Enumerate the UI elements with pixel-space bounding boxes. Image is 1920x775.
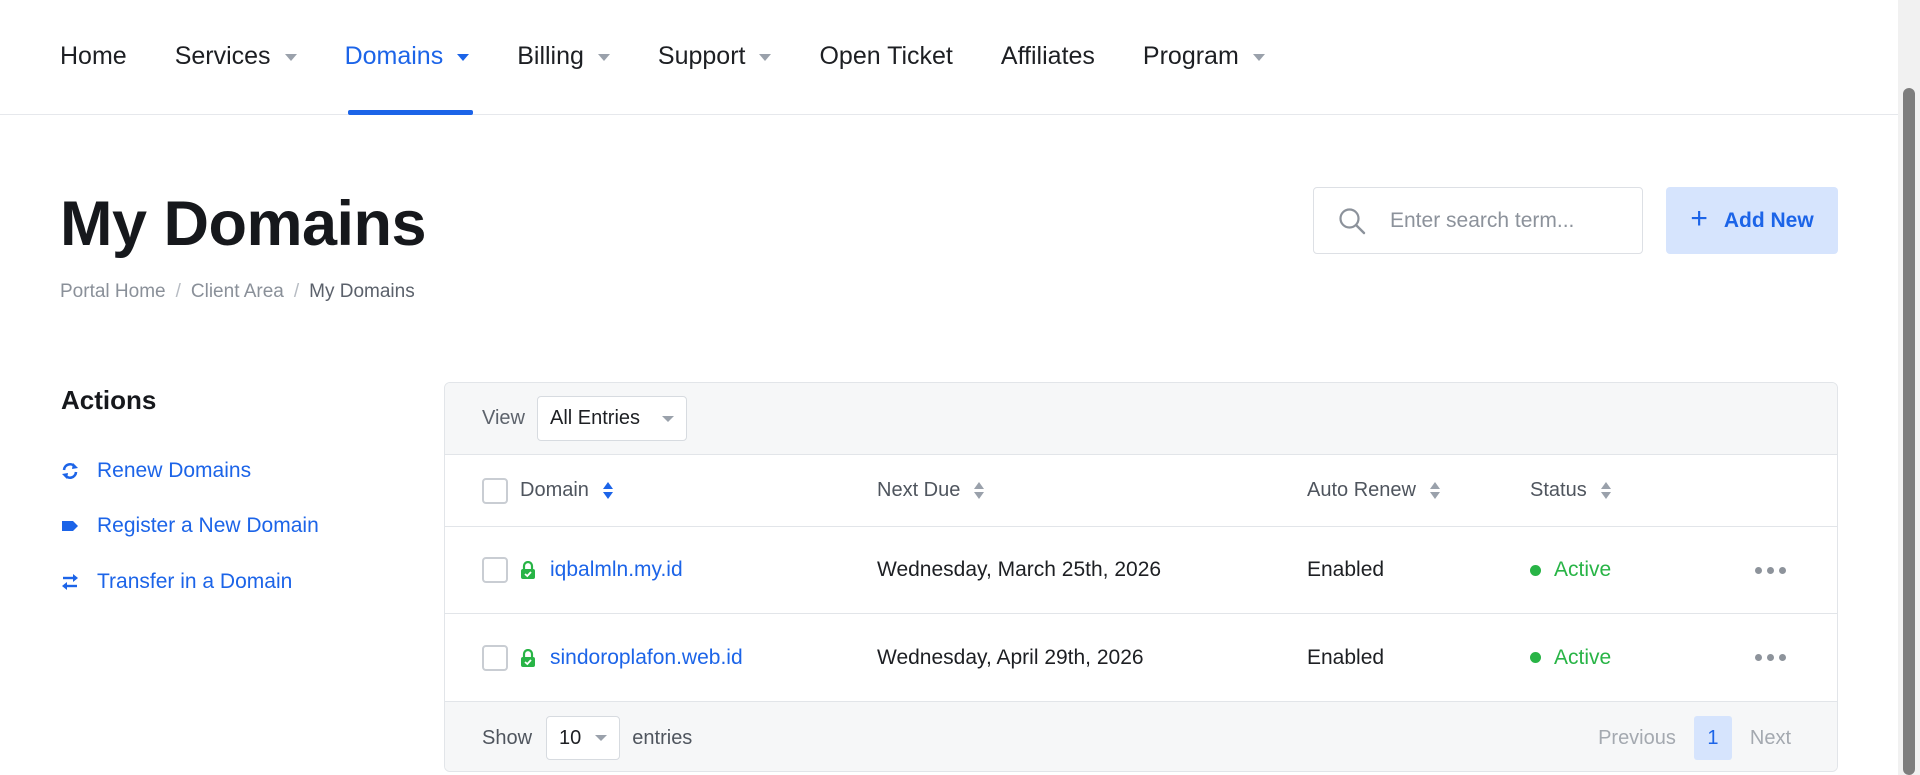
plus-icon: +: [1690, 202, 1708, 235]
more-options-icon[interactable]: [1755, 566, 1786, 574]
chevron-down-icon: [595, 735, 608, 741]
caret-down-icon: [457, 53, 470, 61]
row-checkbox[interactable]: [482, 644, 508, 671]
pagination-next[interactable]: Next: [1750, 727, 1791, 750]
view-label: View: [482, 407, 525, 429]
sort-icon: [1600, 482, 1611, 499]
status-badge: Active: [1530, 558, 1611, 582]
nav-domains[interactable]: Domains: [345, 0, 473, 115]
nav-support[interactable]: Support: [658, 0, 772, 114]
domain-cell: iqbalmln.my.id: [520, 558, 683, 582]
nav-affiliates[interactable]: Affiliates: [1001, 0, 1095, 114]
auto-renew-cell: Enabled: [1307, 558, 1385, 581]
domain-link[interactable]: sindoroplafon.web.id: [550, 646, 743, 670]
table-header-row: Domain Next Due Auto Renew Status: [445, 455, 1837, 527]
caret-down-icon: [597, 53, 610, 61]
ssl-lock-icon: [520, 560, 536, 579]
scrollbar-thumb[interactable]: [1903, 88, 1915, 775]
auto-renew-cell: Enabled: [1307, 645, 1385, 669]
status-dot-icon: [1530, 564, 1541, 576]
breadcrumb-separator: /: [175, 281, 181, 302]
breadcrumb-portal-home[interactable]: Portal Home: [60, 281, 166, 303]
breadcrumb-client-area[interactable]: Client Area: [191, 281, 284, 303]
caret-down-icon: [284, 53, 297, 61]
domain-cell: sindoroplafon.web.id: [520, 646, 743, 670]
view-filter-value: All Entries: [550, 407, 641, 429]
chevron-down-icon: [662, 415, 675, 422]
sync-icon: [61, 462, 79, 480]
breadcrumb: Portal Home / Client Area / My Domains: [60, 281, 415, 303]
domain-link[interactable]: iqbalmln.my.id: [550, 558, 683, 582]
renew-domains-label: Renew Domains: [97, 459, 252, 482]
page-scrollbar[interactable]: [1898, 0, 1920, 775]
nav-home[interactable]: Home: [60, 0, 127, 114]
table-row[interactable]: iqbalmln.my.id Wednesday, March 25th, 20…: [445, 527, 1837, 614]
transfer-domain-label: Transfer in a Domain: [97, 570, 293, 593]
view-filter-select[interactable]: All Entries: [537, 396, 688, 441]
page-title: My Domains: [60, 189, 427, 259]
renew-domains-link[interactable]: Renew Domains: [61, 459, 251, 483]
nav-services[interactable]: Services: [175, 0, 297, 114]
breadcrumb-current: My Domains: [309, 281, 415, 302]
search-input[interactable]: [1390, 208, 1610, 233]
table-toolbar: View All Entries: [445, 383, 1837, 455]
status-dot-icon: [1530, 652, 1541, 663]
sort-icon: [1429, 482, 1440, 499]
column-header-domain[interactable]: Domain: [520, 479, 613, 502]
tag-icon: [61, 517, 79, 535]
caret-down-icon: [1252, 53, 1265, 61]
search-box: [1313, 187, 1643, 254]
more-options-icon[interactable]: [1755, 654, 1786, 661]
add-new-button[interactable]: + Add New: [1666, 187, 1838, 254]
show-label: Show: [482, 726, 533, 749]
add-new-label: Add New: [1723, 208, 1814, 232]
exchange-icon: [61, 573, 79, 591]
nav-program[interactable]: Program: [1143, 0, 1265, 114]
table-footer: Show 10 entries Previous 1 Next: [445, 702, 1837, 771]
search-icon: [1338, 207, 1366, 235]
entries-label: entries: [632, 726, 693, 749]
pagination-previous[interactable]: Previous: [1598, 727, 1676, 750]
page-size-value: 10: [559, 726, 582, 749]
status-badge: Active: [1530, 646, 1611, 670]
column-header-next-due[interactable]: Next Due: [877, 479, 985, 502]
next-due-cell: Wednesday, April 29th, 2026: [877, 645, 1144, 669]
actions-heading: Actions: [61, 385, 157, 415]
page-size-select[interactable]: 10: [546, 716, 621, 760]
transfer-domain-link[interactable]: Transfer in a Domain: [61, 570, 292, 594]
select-all-checkbox[interactable]: [482, 477, 508, 504]
column-header-status[interactable]: Status: [1530, 479, 1611, 502]
nav-billing[interactable]: Billing: [517, 0, 610, 114]
main-navigation: Home Services Domains Billing Support Op…: [0, 0, 1898, 115]
register-domain-link[interactable]: Register a New Domain: [61, 514, 319, 538]
domains-table-card: View All Entries Domain Next Due Auto Re…: [444, 382, 1838, 772]
sort-icon: [974, 482, 985, 499]
register-domain-label: Register a New Domain: [97, 514, 319, 537]
next-due-cell: Wednesday, March 25th, 2026: [877, 558, 1162, 581]
nav-open-ticket[interactable]: Open Ticket: [819, 0, 952, 114]
row-checkbox[interactable]: [482, 557, 508, 583]
pagination: Previous 1 Next: [1598, 716, 1791, 760]
caret-down-icon: [759, 53, 772, 61]
ssl-lock-icon: [520, 648, 536, 667]
pagination-page-1[interactable]: 1: [1693, 716, 1732, 760]
column-header-auto-renew[interactable]: Auto Renew: [1307, 479, 1440, 502]
sort-icon: [602, 482, 613, 499]
table-row[interactable]: sindoroplafon.web.id Wednesday, April 29…: [445, 614, 1837, 702]
breadcrumb-separator: /: [293, 281, 300, 302]
